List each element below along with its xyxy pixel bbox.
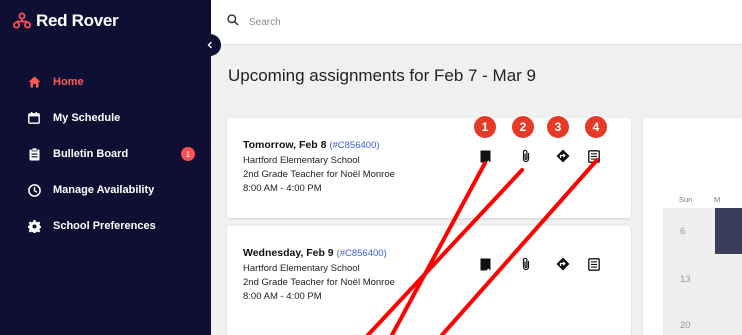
sidebar-item-label: Manage Availability: [53, 184, 155, 196]
assignment-card[interactable]: Wednesday, Feb 9 (#C856400) Hartford Ele…: [227, 226, 631, 335]
calendar-icon: [27, 111, 41, 125]
home-icon: [27, 75, 41, 89]
sidebar-item-label: School Preferences: [53, 220, 156, 232]
red-rover-logo-icon: [13, 12, 31, 29]
sidebar-item-school-preferences[interactable]: School Preferences: [0, 208, 211, 244]
assignment-time: 8:00 AM - 4:00 PM: [243, 183, 322, 194]
app-logo[interactable]: Red Rover: [12, 11, 119, 31]
details-icon[interactable]: [586, 148, 602, 164]
attachment-icon[interactable]: [518, 256, 534, 272]
directions-icon[interactable]: [555, 256, 571, 272]
search-input[interactable]: [249, 13, 549, 31]
search-icon: [227, 14, 239, 26]
calendar-day[interactable]: 13: [680, 274, 691, 285]
calendar-day[interactable]: 6: [680, 226, 685, 237]
calendar-weekday: Sun: [679, 195, 693, 204]
confirmation-number[interactable]: (#C856400): [337, 248, 387, 259]
notes-icon[interactable]: [477, 148, 493, 164]
sidebar-item-label: My Schedule: [53, 112, 121, 124]
sidebar-item-label: Bulletin Board: [53, 148, 129, 160]
calendar-day[interactable]: 20: [680, 320, 691, 331]
callout-badge: 4: [585, 116, 607, 138]
assignment-date: Wednesday, Feb 9: [243, 247, 334, 259]
calendar-selected-day[interactable]: [715, 208, 742, 254]
sidebar-item-label: Home: [53, 76, 84, 88]
sidebar-nav: Home My Schedule Bulletin Board 1 Manage…: [0, 64, 211, 244]
notification-badge: 1: [181, 147, 195, 161]
sidebar-item-home[interactable]: Home: [0, 64, 211, 100]
collapse-sidebar-button[interactable]: [199, 34, 221, 56]
assignment-card[interactable]: Tomorrow, Feb 8 (#C856400) Hartford Elem…: [227, 118, 631, 218]
top-bar: [211, 0, 742, 45]
assignment-position: 2nd Grade Teacher for Noël Monroe: [243, 277, 395, 288]
gear-icon: [27, 219, 41, 233]
assignment-time: 8:00 AM - 4:00 PM: [243, 291, 322, 302]
attachment-icon[interactable]: [518, 148, 534, 164]
callout-badge: 2: [512, 116, 534, 138]
directions-icon[interactable]: [555, 148, 571, 164]
confirmation-number[interactable]: (#C856400): [329, 140, 379, 151]
app-name: Red Rover: [36, 11, 119, 30]
calendar-weekday: M: [714, 195, 721, 204]
chevron-left-icon: [207, 41, 212, 49]
callout-badge: 3: [547, 116, 569, 138]
sidebar-item-manage-availability[interactable]: Manage Availability: [0, 172, 211, 208]
assignment-school: Hartford Elementary School: [243, 263, 360, 274]
assignment-position: 2nd Grade Teacher for Noël Monroe: [243, 169, 395, 180]
assignment-school: Hartford Elementary School: [243, 155, 360, 166]
page-title: Upcoming assignments for Feb 7 - Mar 9: [228, 66, 537, 85]
sidebar: Red Rover Home My Schedule Bulletin Boar…: [0, 0, 211, 335]
assignment-date: Tomorrow, Feb 8: [243, 139, 327, 151]
callout-badge: 1: [474, 116, 496, 138]
notes-icon[interactable]: [477, 256, 493, 272]
clipboard-icon: [27, 147, 41, 161]
sidebar-item-bulletin-board[interactable]: Bulletin Board 1: [0, 136, 211, 172]
sidebar-item-my-schedule[interactable]: My Schedule: [0, 100, 211, 136]
details-icon[interactable]: [586, 256, 602, 272]
clock-icon: [27, 183, 41, 197]
